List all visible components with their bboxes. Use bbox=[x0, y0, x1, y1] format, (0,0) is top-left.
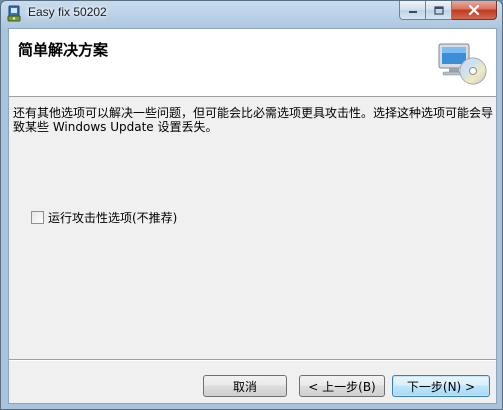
title-bar[interactable]: Easy fix 50202 bbox=[1, 1, 502, 28]
aggressive-option-label[interactable]: 运行攻击性选项(不推荐) bbox=[48, 209, 177, 226]
maximize-icon bbox=[433, 5, 444, 15]
dialog-client-area: 简单解决方案 还有其他选项可以解决一些问题，但可能会比必需选项更具攻击性。选择这… bbox=[8, 28, 497, 404]
computer-cd-icon bbox=[438, 43, 487, 85]
description-text: 还有其他选项可以解决一些问题，但可能会比必需选项更具攻击性。选择这种选项可能会导… bbox=[13, 106, 494, 134]
wizard-header: 简单解决方案 bbox=[9, 29, 496, 97]
window-title: Easy fix 50202 bbox=[28, 5, 107, 19]
next-button[interactable]: 下一步(N) > bbox=[392, 375, 490, 397]
minimize-button[interactable] bbox=[399, 1, 426, 20]
back-button[interactable]: < 上一步(B) bbox=[299, 375, 385, 397]
footer-divider bbox=[9, 359, 496, 361]
cancel-button[interactable]: 取消 bbox=[203, 375, 287, 397]
minimize-icon bbox=[408, 11, 417, 13]
close-button[interactable] bbox=[452, 1, 497, 20]
dialog-window: Easy fix 50202 简单解决方案 还有其他选项可以解决一些问题，但可能… bbox=[0, 0, 503, 410]
close-icon bbox=[468, 5, 480, 15]
caption-buttons bbox=[399, 1, 497, 20]
troubleshooter-app-icon bbox=[7, 5, 21, 22]
aggressive-option-row[interactable]: 运行攻击性选项(不推荐) bbox=[31, 209, 177, 226]
maximize-button[interactable] bbox=[426, 1, 452, 20]
aggressive-option-checkbox[interactable] bbox=[31, 211, 44, 224]
page-title: 简单解决方案 bbox=[18, 41, 109, 59]
